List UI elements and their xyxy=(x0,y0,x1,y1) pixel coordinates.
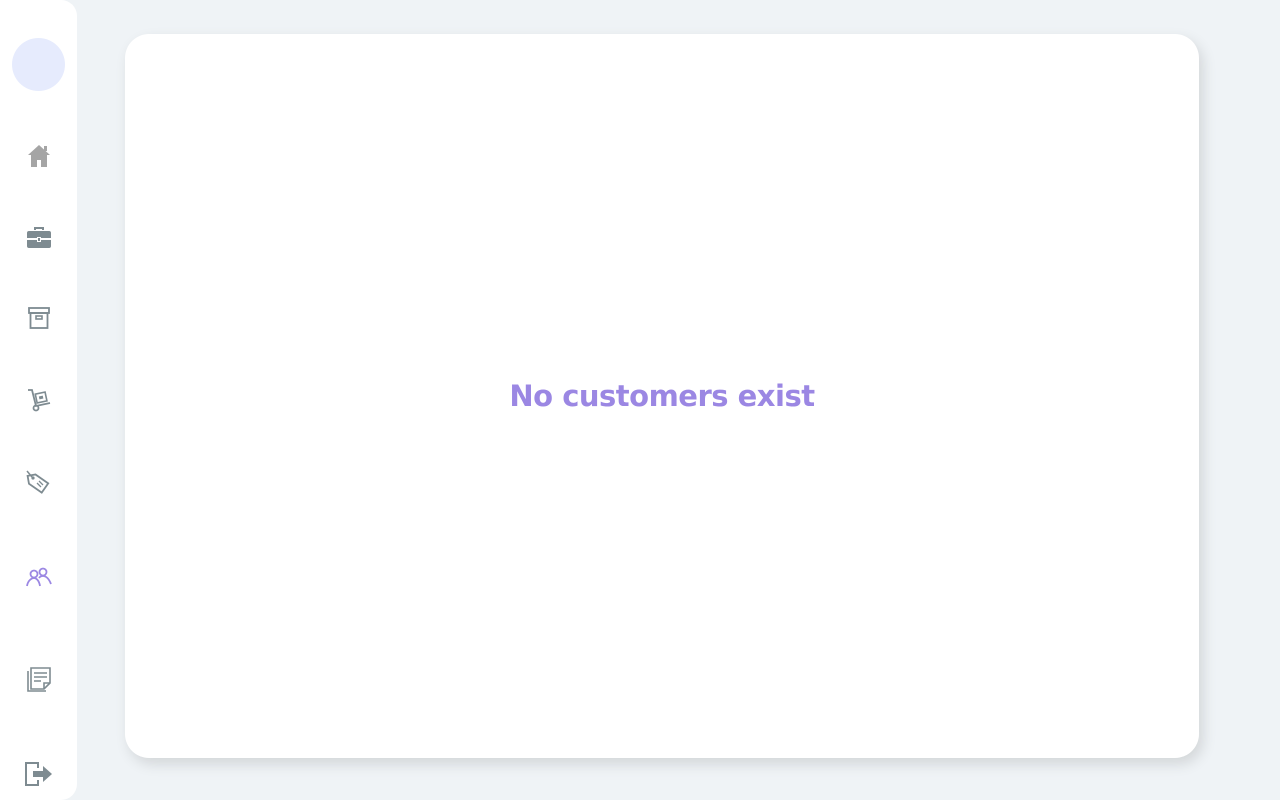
logout-icon xyxy=(24,762,52,786)
briefcase-icon xyxy=(26,227,51,248)
sidebar xyxy=(0,0,77,800)
price-tag-icon xyxy=(25,470,49,494)
sidebar-item-deliveries[interactable] xyxy=(0,376,77,424)
sidebar-item-home[interactable] xyxy=(0,132,77,180)
customers-panel: No customers exist xyxy=(125,34,1199,758)
archive-box-icon xyxy=(27,307,50,329)
notes-icon xyxy=(26,667,51,692)
sidebar-item-pricing[interactable] xyxy=(0,458,77,506)
home-icon xyxy=(27,145,50,167)
empty-state-message: No customers exist xyxy=(509,379,815,413)
customers-icon xyxy=(25,567,52,587)
sidebar-item-notes[interactable] xyxy=(0,656,77,704)
sidebar-item-logout[interactable] xyxy=(0,750,77,798)
hand-truck-icon xyxy=(27,389,50,412)
avatar[interactable] xyxy=(12,38,65,91)
sidebar-item-customers[interactable] xyxy=(0,554,77,602)
sidebar-item-inventory[interactable] xyxy=(0,294,77,342)
sidebar-item-jobs[interactable] xyxy=(0,214,77,262)
